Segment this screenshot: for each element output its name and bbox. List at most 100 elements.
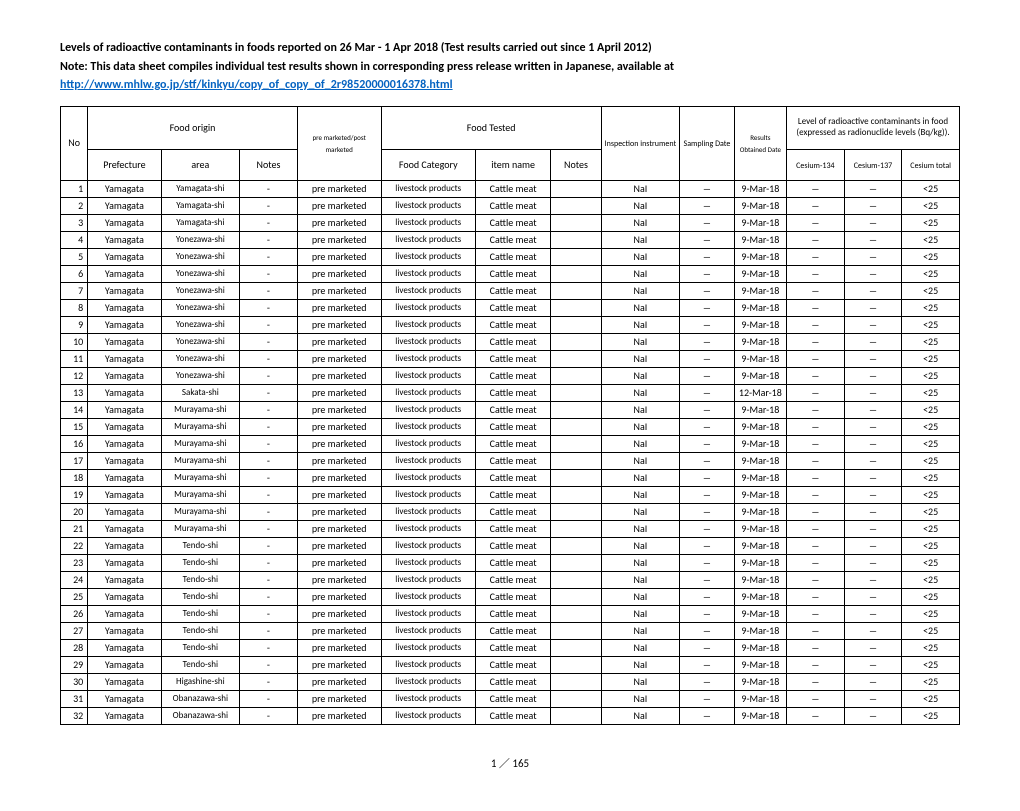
cell-cs137: ―: [844, 350, 902, 367]
cell-cs134: ―: [787, 520, 845, 537]
cell-no: 31: [61, 690, 88, 707]
cell-cs134: ―: [787, 299, 845, 316]
cell-category: livestock products: [381, 248, 475, 265]
cell-cs134: ―: [787, 588, 845, 605]
cell-sampling: ―: [680, 673, 734, 690]
table-row: 22YamagataTendo-shi-pre marketedlivestoc…: [61, 537, 960, 554]
cell-sampling: ―: [680, 707, 734, 724]
cell-area: Yonezawa-shi: [161, 231, 240, 248]
cell-market: pre marketed: [297, 214, 381, 231]
cell-instrument: NaI: [601, 333, 680, 350]
cell-instrument: NaI: [601, 588, 680, 605]
cell-item: Cattle meat: [475, 486, 550, 503]
table-row: 11YamagataYonezawa-shi-pre marketedlives…: [61, 350, 960, 367]
cell-market: pre marketed: [297, 316, 381, 333]
table-row: 20YamagataMurayama-shi-pre marketedlives…: [61, 503, 960, 520]
cell-item: Cattle meat: [475, 248, 550, 265]
cell-notes1: -: [240, 537, 298, 554]
cell-item: Cattle meat: [475, 537, 550, 554]
cell-cs134: ―: [787, 707, 845, 724]
cell-market: pre marketed: [297, 673, 381, 690]
cell-results: 9-Mar-18: [734, 435, 786, 452]
cell-cs137: ―: [844, 639, 902, 656]
cell-sampling: ―: [680, 554, 734, 571]
table-row: 18YamagataMurayama-shi-pre marketedlives…: [61, 469, 960, 486]
cell-cs137: ―: [844, 520, 902, 537]
cell-results: 9-Mar-18: [734, 180, 786, 197]
source-link[interactable]: http://www.mhlw.go.jp/stf/kinkyu/copy_of…: [60, 78, 453, 92]
cell-notes2: [551, 401, 601, 418]
cell-instrument: NaI: [601, 639, 680, 656]
cell-instrument: NaI: [601, 197, 680, 214]
cell-item: Cattle meat: [475, 690, 550, 707]
cell-instrument: NaI: [601, 401, 680, 418]
cell-notes2: [551, 384, 601, 401]
cell-no: 3: [61, 214, 88, 231]
cell-category: livestock products: [381, 214, 475, 231]
table-row: 23YamagataTendo-shi-pre marketedlivestoc…: [61, 554, 960, 571]
cell-cstotal: <25: [902, 673, 960, 690]
cell-category: livestock products: [381, 673, 475, 690]
cell-instrument: NaI: [601, 299, 680, 316]
cell-cs137: ―: [844, 265, 902, 282]
cell-notes2: [551, 656, 601, 673]
cell-cs137: ―: [844, 418, 902, 435]
cell-cstotal: <25: [902, 418, 960, 435]
cell-results: 9-Mar-18: [734, 418, 786, 435]
cell-notes1: -: [240, 180, 298, 197]
cell-no: 26: [61, 605, 88, 622]
page-footer: 1 ／ 165: [60, 755, 960, 771]
cell-item: Cattle meat: [475, 469, 550, 486]
cell-notes1: -: [240, 673, 298, 690]
cell-notes2: [551, 367, 601, 384]
cell-market: pre marketed: [297, 707, 381, 724]
cell-area: Tendo-shi: [161, 622, 240, 639]
cell-prefecture: Yamagata: [88, 299, 161, 316]
cell-category: livestock products: [381, 622, 475, 639]
cell-category: livestock products: [381, 486, 475, 503]
cell-cs137: ―: [844, 707, 902, 724]
cell-notes1: -: [240, 435, 298, 452]
cell-cstotal: <25: [902, 503, 960, 520]
cell-instrument: NaI: [601, 503, 680, 520]
col-sampling-date: Sampling Date: [680, 106, 734, 180]
cell-instrument: NaI: [601, 707, 680, 724]
cell-results: 9-Mar-18: [734, 571, 786, 588]
cell-area: Yonezawa-shi: [161, 350, 240, 367]
cell-cs134: ―: [787, 248, 845, 265]
cell-category: livestock products: [381, 418, 475, 435]
cell-notes1: -: [240, 316, 298, 333]
cell-category: livestock products: [381, 435, 475, 452]
col-cs137: Cesium-137: [844, 149, 902, 180]
cell-cstotal: <25: [902, 588, 960, 605]
cell-notes1: -: [240, 554, 298, 571]
cell-instrument: NaI: [601, 486, 680, 503]
cell-sampling: ―: [680, 231, 734, 248]
cell-no: 15: [61, 418, 88, 435]
cell-cstotal: <25: [902, 214, 960, 231]
col-notes1: Notes: [240, 149, 298, 180]
cell-no: 12: [61, 367, 88, 384]
cell-cs134: ―: [787, 503, 845, 520]
cell-results: 9-Mar-18: [734, 197, 786, 214]
cell-cstotal: <25: [902, 537, 960, 554]
cell-area: Higashine-shi: [161, 673, 240, 690]
cell-notes2: [551, 520, 601, 537]
cell-category: livestock products: [381, 452, 475, 469]
cell-notes2: [551, 537, 601, 554]
cell-cs134: ―: [787, 384, 845, 401]
table-row: 24YamagataTendo-shi-pre marketedlivestoc…: [61, 571, 960, 588]
cell-category: livestock products: [381, 231, 475, 248]
cell-notes1: -: [240, 197, 298, 214]
cell-prefecture: Yamagata: [88, 605, 161, 622]
cell-sampling: ―: [680, 537, 734, 554]
cell-item: Cattle meat: [475, 214, 550, 231]
cell-instrument: NaI: [601, 605, 680, 622]
cell-sampling: ―: [680, 435, 734, 452]
cell-notes1: -: [240, 639, 298, 656]
cell-results: 9-Mar-18: [734, 452, 786, 469]
cell-item: Cattle meat: [475, 571, 550, 588]
cell-notes2: [551, 316, 601, 333]
cell-results: 9-Mar-18: [734, 537, 786, 554]
cell-market: pre marketed: [297, 503, 381, 520]
